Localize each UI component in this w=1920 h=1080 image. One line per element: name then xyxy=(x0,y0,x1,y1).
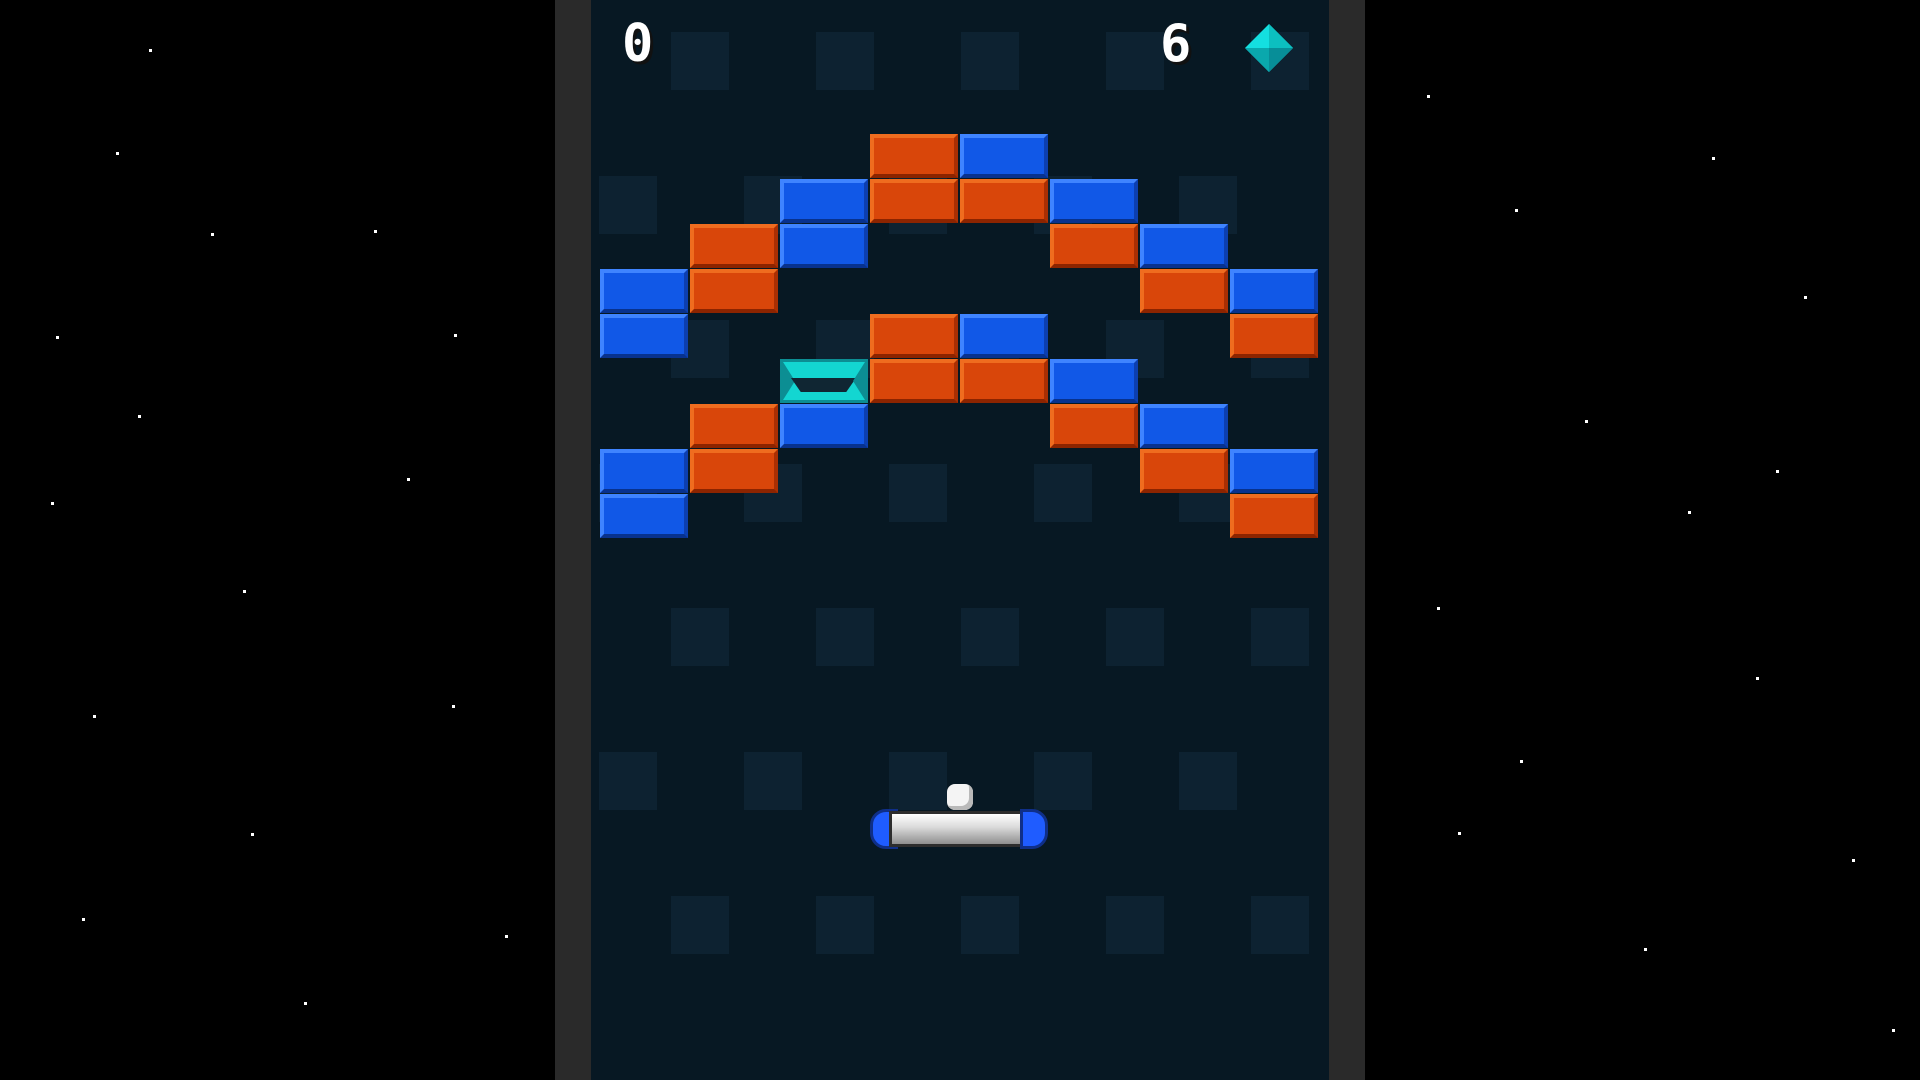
playfield-tile xyxy=(671,608,729,666)
playfield-tile xyxy=(599,752,657,810)
playfield-tile xyxy=(1034,752,1092,810)
star xyxy=(1892,1029,1895,1032)
playfield-tile xyxy=(1034,464,1092,522)
orange-brick xyxy=(690,404,778,448)
blue-brick xyxy=(600,494,688,538)
playfield-tile xyxy=(961,896,1019,954)
cyan-brick-right-notch xyxy=(853,362,865,400)
blue-brick xyxy=(780,404,868,448)
playfield-tile xyxy=(1106,32,1164,90)
star xyxy=(56,336,59,339)
playfield-tile xyxy=(671,896,729,954)
orange-brick xyxy=(960,359,1048,403)
blue-brick xyxy=(960,134,1048,178)
star xyxy=(1712,157,1715,160)
playfield-tile xyxy=(1179,752,1237,810)
star xyxy=(1688,511,1691,514)
star xyxy=(1427,95,1430,98)
star xyxy=(1804,296,1807,299)
star xyxy=(51,502,54,505)
star xyxy=(116,152,119,155)
gem-count: 6 xyxy=(1160,14,1194,74)
playfield-tile xyxy=(889,464,947,522)
star xyxy=(452,705,455,708)
star xyxy=(138,415,141,418)
blue-brick xyxy=(1050,359,1138,403)
playfield-tile xyxy=(1251,608,1309,666)
star xyxy=(211,233,214,236)
orange-brick xyxy=(690,269,778,313)
ball xyxy=(947,784,973,810)
blue-brick xyxy=(1140,224,1228,268)
game-screen: 0 6 xyxy=(0,0,1920,1080)
orange-brick xyxy=(690,224,778,268)
star xyxy=(251,833,254,836)
blue-brick xyxy=(1230,449,1318,493)
star xyxy=(374,230,377,233)
orange-brick xyxy=(1140,449,1228,493)
playfield-tile xyxy=(1106,608,1164,666)
paddle-right-cap xyxy=(1020,809,1048,849)
star xyxy=(1776,470,1779,473)
orange-brick xyxy=(1230,494,1318,538)
blue-brick xyxy=(1230,269,1318,313)
orange-brick xyxy=(690,449,778,493)
star xyxy=(505,935,508,938)
orange-brick xyxy=(1140,269,1228,313)
star xyxy=(1756,677,1759,680)
cyan-diamond-icon xyxy=(1245,24,1293,72)
star xyxy=(407,478,410,481)
cyan-brick xyxy=(780,359,868,403)
right-wall xyxy=(1329,0,1365,1080)
star xyxy=(1520,760,1523,763)
playfield-tile xyxy=(816,608,874,666)
blue-brick xyxy=(600,449,688,493)
playfield-tile xyxy=(816,896,874,954)
star xyxy=(1852,859,1855,862)
playfield-tile xyxy=(671,32,729,90)
star xyxy=(454,334,457,337)
orange-brick xyxy=(1050,404,1138,448)
star xyxy=(304,1002,307,1005)
playfield-tile xyxy=(889,752,947,810)
playfield-tile xyxy=(1251,896,1309,954)
orange-brick xyxy=(1230,314,1318,358)
playfield-tile xyxy=(816,32,874,90)
blue-brick xyxy=(780,224,868,268)
orange-brick xyxy=(870,134,958,178)
blue-brick xyxy=(960,314,1048,358)
orange-brick xyxy=(870,179,958,223)
blue-brick xyxy=(780,179,868,223)
cyan-brick-cutout xyxy=(791,378,856,392)
star xyxy=(1585,420,1588,423)
playfield-tile xyxy=(961,32,1019,90)
left-wall xyxy=(555,0,591,1080)
orange-brick xyxy=(960,179,1048,223)
orange-brick xyxy=(870,359,958,403)
score: 0 xyxy=(622,14,656,74)
star xyxy=(93,715,96,718)
blue-brick xyxy=(600,314,688,358)
star xyxy=(1644,948,1647,951)
playfield-tile xyxy=(744,752,802,810)
star xyxy=(149,49,152,52)
star xyxy=(1458,832,1461,835)
star xyxy=(82,918,85,921)
paddle-body xyxy=(889,811,1029,847)
blue-brick xyxy=(600,269,688,313)
blue-brick xyxy=(1140,404,1228,448)
paddle[interactable] xyxy=(870,809,1048,849)
star xyxy=(1515,209,1518,212)
playfield-tile xyxy=(1106,896,1164,954)
orange-brick xyxy=(1050,224,1138,268)
playfield-tile xyxy=(599,176,657,234)
blue-brick xyxy=(1050,179,1138,223)
star xyxy=(243,590,246,593)
playfield-tile xyxy=(961,608,1019,666)
orange-brick xyxy=(870,314,958,358)
star xyxy=(1437,607,1440,610)
